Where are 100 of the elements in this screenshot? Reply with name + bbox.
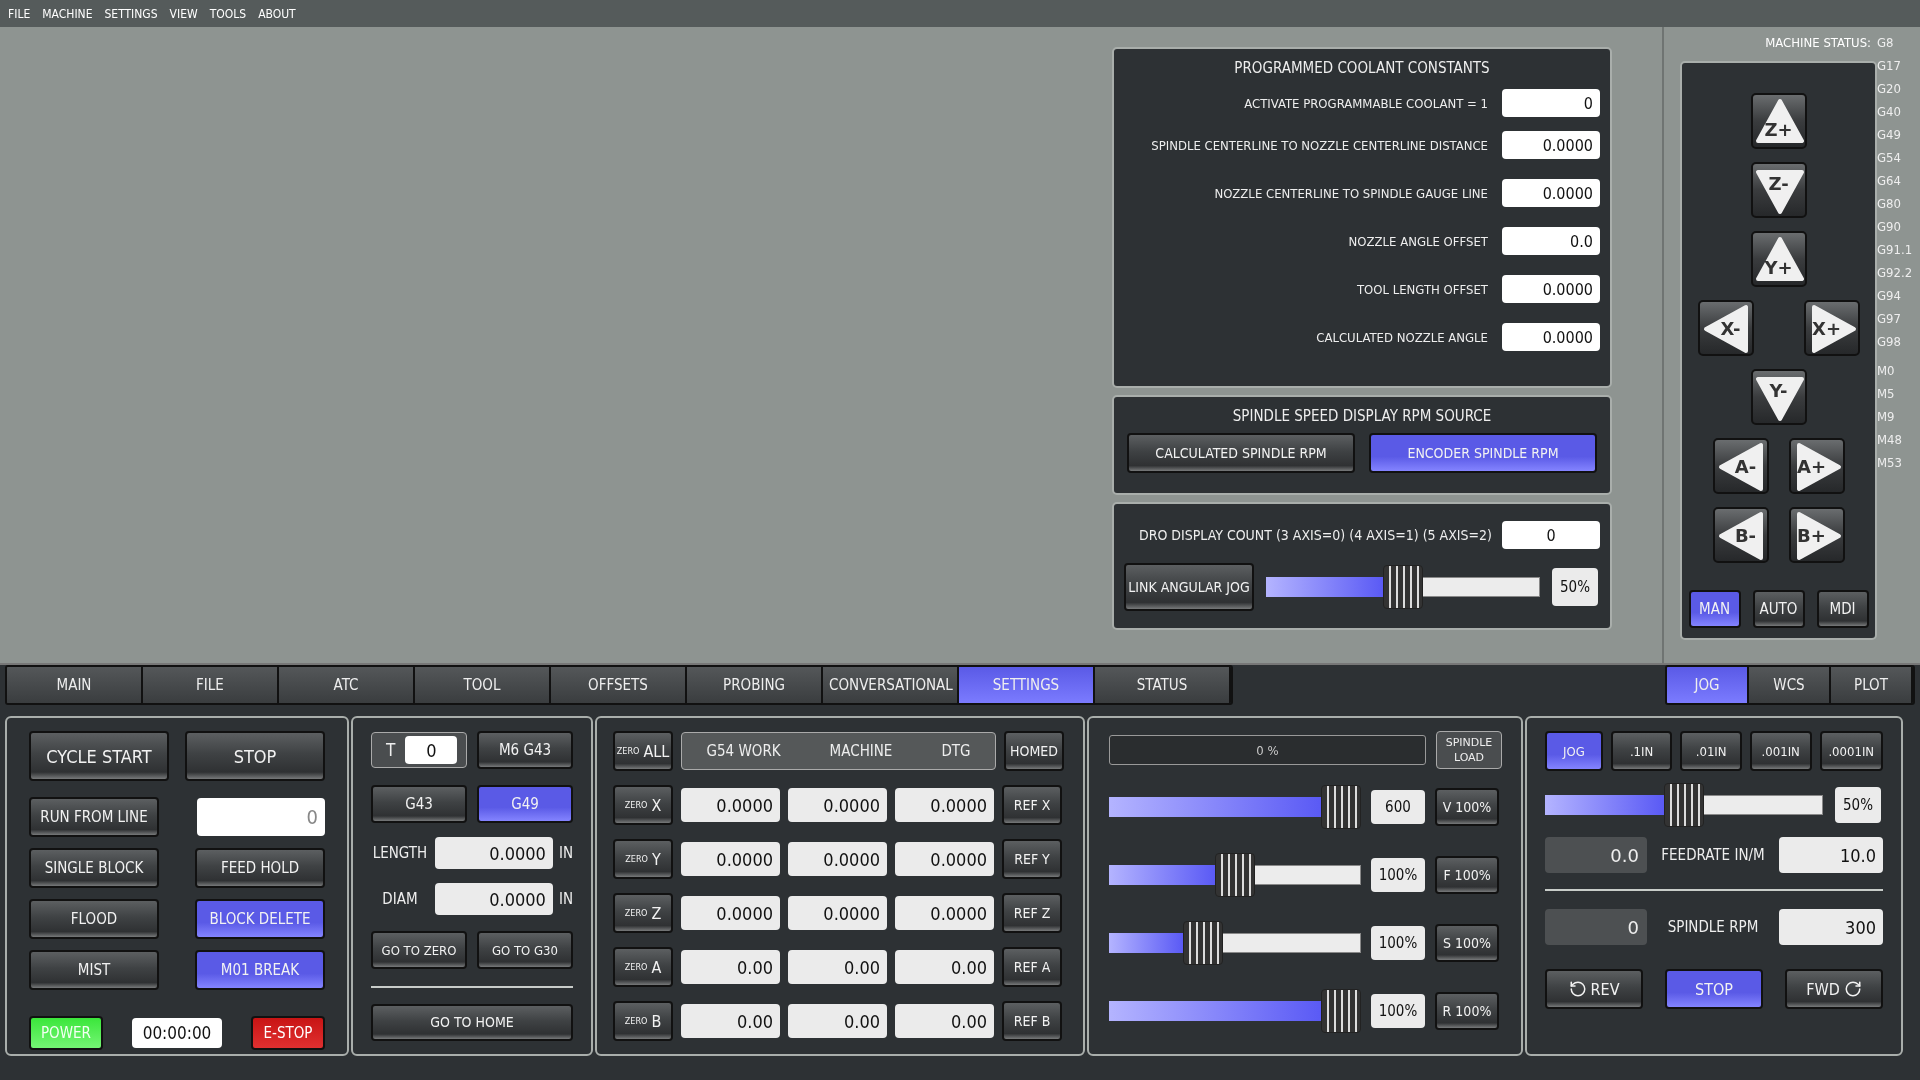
run-from-line-button[interactable]: RUN FROM LINE (29, 797, 159, 837)
slider[interactable] (1109, 921, 1361, 965)
toggle-button[interactable]: SINGLE BLOCK (29, 848, 159, 888)
jog-step-button[interactable]: .1IN (1610, 731, 1673, 771)
slider-thumb[interactable] (1321, 785, 1361, 829)
spindle-control-button[interactable]: STOP (1665, 969, 1763, 1009)
m6-g43-button[interactable]: M6 G43 (477, 731, 573, 769)
slider[interactable] (1109, 785, 1361, 829)
dro-value-field[interactable]: 0.0000 (788, 788, 887, 822)
dro-value-field[interactable]: 0.00 (788, 1004, 887, 1038)
dro-value-field[interactable]: 0.0000 (681, 896, 780, 930)
axis-arrow-button[interactable]: X+ (1803, 300, 1860, 356)
axis-arrow-button[interactable]: Z- (1750, 162, 1807, 218)
line-number-field[interactable]: 0 (197, 798, 325, 836)
ref-button[interactable]: REF Y (1002, 839, 1062, 879)
dro-value-field[interactable]: 0.00 (895, 950, 994, 984)
tab[interactable]: STATUS (1095, 667, 1231, 703)
override-button[interactable]: F 100% (1435, 856, 1499, 894)
menu-item[interactable]: MACHINE (42, 6, 93, 21)
slider-thumb[interactable] (1383, 565, 1423, 609)
go-to-button[interactable]: GO TO ZERO (371, 931, 467, 969)
ref-button[interactable]: REF B (1002, 1001, 1062, 1041)
zero-all-button[interactable]: ZERO ALL (613, 731, 673, 771)
input-field[interactable]: 0.0000 (434, 883, 553, 915)
tab[interactable]: SETTINGS (959, 667, 1095, 703)
menu-item[interactable]: TOOLS (209, 6, 247, 21)
override-button[interactable]: V 100% (1435, 788, 1499, 826)
zero-axis-button[interactable]: ZERO A (613, 947, 673, 987)
ref-button[interactable]: REF Z (1002, 893, 1062, 933)
cycle-start-button[interactable]: CYCLE START (29, 731, 169, 781)
axis-arrow-button[interactable]: B+ (1788, 507, 1845, 563)
tab[interactable]: WCS (1749, 667, 1831, 703)
tab[interactable]: OFFSETS (551, 667, 687, 703)
go-to-home-button[interactable]: GO TO HOME (371, 1003, 573, 1041)
dro-value-field[interactable]: 0.00 (681, 1004, 780, 1038)
tab[interactable]: JOG (1667, 667, 1749, 703)
tool-number-field[interactable]: 0 (405, 736, 458, 764)
slider[interactable] (1109, 989, 1361, 1033)
input-field[interactable]: 0.0000 (1502, 323, 1600, 351)
jog-step-button[interactable]: .0001IN (1819, 731, 1883, 771)
menu-item[interactable]: FILE (8, 6, 31, 21)
override-button[interactable]: S 100% (1435, 924, 1499, 962)
dro-value-field[interactable]: 0.0000 (681, 842, 780, 876)
dro-value-field[interactable]: 0.0000 (895, 788, 994, 822)
offset-button[interactable]: G49 (477, 785, 573, 823)
e-stop-button[interactable]: E-STOP (251, 1016, 325, 1050)
menu-item[interactable]: ABOUT (258, 6, 296, 21)
spindle-load-button[interactable]: SPINDLE LOAD (1436, 731, 1502, 769)
spindle-control-button[interactable]: FWD (1785, 969, 1883, 1009)
dro-value-field[interactable]: 0.0000 (788, 842, 887, 876)
toggle-button[interactable]: M01 BREAK (195, 950, 325, 990)
zero-axis-button[interactable]: ZERO B (613, 1001, 673, 1041)
zero-axis-button[interactable]: ZERO Z (613, 893, 673, 933)
tab[interactable]: PROBING (687, 667, 823, 703)
tab[interactable]: CONVERSATIONAL (823, 667, 959, 703)
tab[interactable]: TOOL (415, 667, 551, 703)
slider-thumb[interactable] (1664, 783, 1704, 827)
tab[interactable]: ATC (279, 667, 415, 703)
axis-arrow-button[interactable]: A- (1712, 438, 1769, 494)
axis-arrow-button[interactable]: Z+ (1750, 93, 1807, 149)
menu-item[interactable]: SETTINGS (104, 6, 158, 21)
jog-step-button[interactable]: .001IN (1749, 731, 1812, 771)
homed-button[interactable]: HOMED (1004, 731, 1064, 771)
go-to-button[interactable]: GO TO G30 (477, 931, 573, 969)
current-value-field[interactable]: 0 (1545, 909, 1647, 945)
jog-step-button[interactable]: .01IN (1680, 731, 1742, 771)
mode-button[interactable]: MAN (1688, 590, 1741, 628)
axis-arrow-button[interactable]: Y- (1750, 369, 1807, 425)
tab[interactable]: FILE (143, 667, 279, 703)
input-field[interactable]: 0 (1502, 89, 1600, 117)
link-angular-jog-button[interactable]: LINK ANGULAR JOG (1124, 563, 1254, 611)
stop-button[interactable]: STOP (185, 731, 325, 781)
slider-thumb[interactable] (1215, 853, 1255, 897)
spindle-control-button[interactable]: REV (1545, 969, 1643, 1009)
dro-value-field[interactable]: 0.0000 (895, 842, 994, 876)
input-field[interactable]: 0.0000 (1502, 179, 1600, 207)
input-field[interactable]: 0.0000 (434, 837, 553, 869)
toggle-button[interactable]: FLOOD (29, 899, 159, 939)
input-field[interactable]: 0 (1502, 521, 1600, 549)
dro-value-field[interactable]: 0.00 (788, 950, 887, 984)
mode-button[interactable]: MDI (1816, 590, 1869, 628)
input-field[interactable]: 10.0 (1779, 837, 1883, 873)
slider-thumb[interactable] (1183, 921, 1224, 965)
dro-value-field[interactable]: 0.00 (895, 1004, 994, 1038)
slider-thumb[interactable] (1321, 989, 1361, 1033)
axis-arrow-button[interactable]: B- (1712, 507, 1769, 563)
tab[interactable]: MAIN (7, 667, 143, 703)
rpm-source-button[interactable]: ENCODER SPINDLE RPM (1369, 433, 1597, 473)
override-button[interactable]: R 100% (1435, 992, 1499, 1030)
current-value-field[interactable]: 0.0 (1545, 837, 1647, 873)
axis-arrow-button[interactable]: A+ (1788, 438, 1845, 494)
dro-value-field[interactable]: 0.0000 (895, 896, 994, 930)
zero-axis-button[interactable]: ZERO Y (613, 839, 673, 879)
toggle-button[interactable]: FEED HOLD (195, 848, 325, 888)
dro-value-field[interactable]: 0.0000 (788, 896, 887, 930)
slider[interactable] (1545, 783, 1823, 827)
axis-arrow-button[interactable]: Y+ (1750, 231, 1807, 287)
axis-arrow-button[interactable]: X- (1697, 300, 1754, 356)
mode-button[interactable]: AUTO (1752, 590, 1805, 628)
slider[interactable] (1266, 565, 1540, 609)
